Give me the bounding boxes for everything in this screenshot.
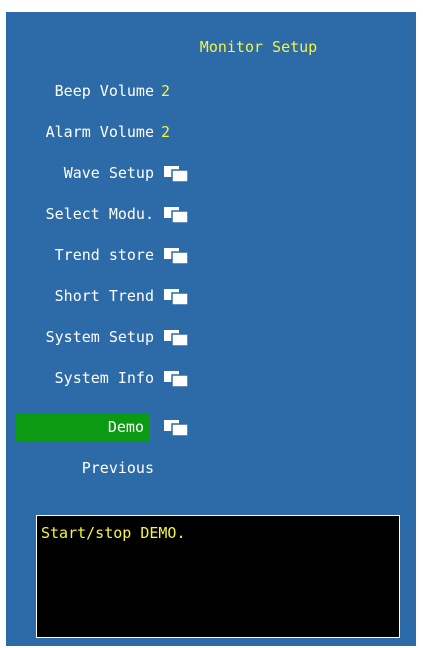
submenu-icon (164, 330, 189, 347)
menu-item-beep-volume[interactable]: Beep Volume 2 (6, 77, 416, 105)
submenu-icon (164, 248, 189, 265)
menu-item-label: Previous (81, 459, 154, 477)
monitor-setup-menu: Monitor Setup Beep Volume 2 Alarm Volume… (6, 12, 416, 646)
menu-item-label: System Setup (45, 328, 154, 346)
menu-item-label: Select Modu. (45, 205, 154, 223)
menu-item-select-module[interactable]: Select Modu. (6, 200, 416, 228)
menu-item-label: System Info (54, 369, 154, 387)
menu-item-label: Beep Volume (54, 82, 154, 100)
menu-item-trend-store[interactable]: Trend store (6, 241, 416, 269)
help-text: Start/stop DEMO. (41, 524, 186, 542)
submenu-icon (164, 207, 189, 224)
alarm-volume-value[interactable]: 2 (161, 118, 170, 146)
menu-item-label: Alarm Volume (45, 123, 154, 141)
submenu-icon (164, 166, 189, 183)
menu-item-short-trend[interactable]: Short Trend (6, 282, 416, 310)
submenu-icon (164, 289, 189, 306)
beep-volume-value[interactable]: 2 (161, 77, 170, 105)
submenu-icon (164, 371, 189, 388)
menu-item-demo[interactable]: Demo (6, 413, 416, 441)
menu-item-wave-setup[interactable]: Wave Setup (6, 159, 416, 187)
submenu-icon (164, 420, 189, 437)
menu-item-label: Short Trend (54, 287, 154, 305)
menu-item-previous[interactable]: Previous (6, 454, 416, 482)
menu-item-system-info[interactable]: System Info (6, 364, 416, 392)
menu-item-alarm-volume[interactable]: Alarm Volume 2 (6, 118, 416, 146)
menu-item-label: Wave Setup (63, 164, 154, 182)
help-text-box: Start/stop DEMO. (36, 515, 400, 638)
menu-title: Monitor Setup (199, 38, 318, 56)
menu-item-label: Demo (15, 413, 150, 441)
menu-item-system-setup[interactable]: System Setup (6, 323, 416, 351)
menu-item-label: Trend store (54, 246, 154, 264)
